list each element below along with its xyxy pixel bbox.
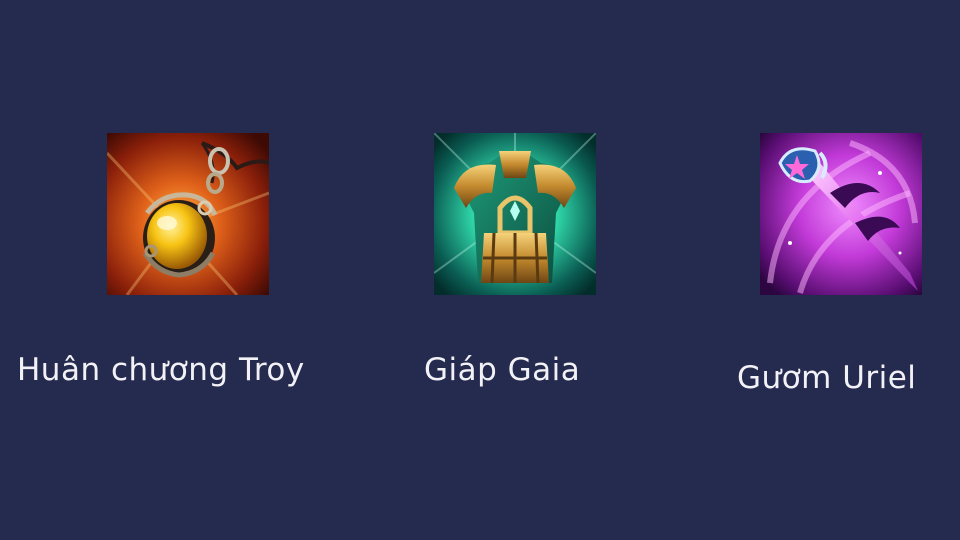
green-armor-icon[interactable] [434, 133, 596, 295]
pink-sword-icon[interactable] [760, 133, 922, 295]
item-name-gaia-armor: Giáp Gaia [424, 352, 581, 388]
item-showcase: Huân chương Troy Giáp Gaia Gươm Uriel [0, 0, 960, 540]
item-name-troy-medal: Huân chương Troy [17, 352, 305, 388]
item-name-uriel-sword: Gươm Uriel [737, 360, 917, 396]
golden-amulet-icon[interactable] [107, 133, 269, 295]
